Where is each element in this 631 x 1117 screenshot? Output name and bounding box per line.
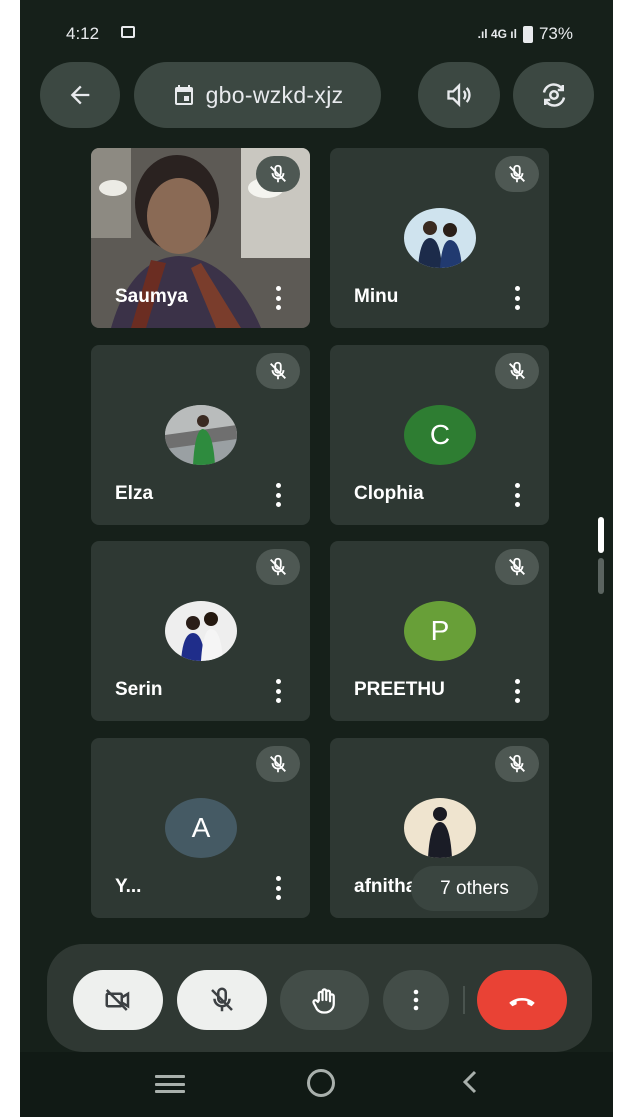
mic-off-icon — [509, 164, 525, 183]
meeting-info-button[interactable]: gbo-wzkd-xjz — [134, 62, 381, 128]
participant-tile[interactable]: Saumya — [91, 148, 310, 328]
camera-off-icon — [105, 989, 130, 1011]
mic-off-icon — [211, 987, 233, 1012]
muted-indicator — [256, 156, 300, 192]
scrollbar-thumb[interactable] — [598, 517, 604, 553]
participant-tile[interactable]: Minu — [330, 148, 549, 328]
avatar-letter: A — [191, 812, 211, 843]
controls-divider — [463, 986, 465, 1014]
muted-indicator — [256, 353, 300, 389]
end-call-icon — [509, 998, 535, 1007]
audio-output-button[interactable] — [418, 62, 500, 128]
nav-home-icon[interactable] — [307, 1069, 335, 1097]
meeting-code: gbo-wzkd-xjz — [205, 81, 344, 108]
cast-icon — [121, 26, 135, 38]
scrollbar-track[interactable] — [598, 558, 604, 594]
participant-name: afnitha — [354, 876, 417, 897]
camera-toggle-button[interactable] — [73, 970, 163, 1030]
more-vert-icon — [413, 989, 419, 1011]
muted-indicator — [256, 549, 300, 585]
avatar-letter: C — [429, 419, 451, 450]
mic-off-icon — [509, 361, 525, 380]
nav-menu-icon[interactable] — [155, 1075, 185, 1093]
battery-percent: 73% — [538, 24, 573, 43]
mic-off-icon — [509, 557, 525, 576]
participant-avatar: P — [404, 601, 476, 661]
raise-hand-icon — [311, 988, 335, 1014]
participant-name: Saumya — [115, 286, 188, 307]
mic-off-icon — [270, 164, 286, 183]
more-vert-icon[interactable] — [515, 483, 521, 507]
participant-tile[interactable]: C Clophia — [330, 345, 549, 525]
more-vert-icon[interactable] — [515, 286, 521, 310]
mic-toggle-button[interactable] — [177, 970, 267, 1030]
mic-off-icon — [270, 754, 286, 773]
system-nav-bar — [20, 1052, 613, 1117]
more-vert-icon[interactable] — [276, 876, 282, 900]
status-right: .ıl 4G ıl 73% — [478, 24, 573, 44]
participant-avatar — [165, 601, 237, 661]
participant-tile[interactable]: A Y... — [91, 738, 310, 918]
back-arrow-icon — [70, 85, 90, 105]
participant-avatar — [404, 798, 476, 858]
signal-icon: .ıl 4G ıl — [477, 27, 517, 41]
end-call-button[interactable] — [477, 970, 567, 1030]
muted-indicator — [495, 353, 539, 389]
more-vert-icon[interactable] — [276, 483, 282, 507]
more-vert-icon[interactable] — [276, 286, 282, 310]
participant-name: Elza — [115, 483, 154, 504]
status-bar: 4:12 .ıl 4G ıl 73% — [20, 18, 613, 54]
participant-name: Minu — [354, 286, 399, 307]
mic-off-icon — [270, 557, 286, 576]
participant-name: PREETHU — [354, 679, 445, 700]
participant-tile[interactable]: P PREETHU — [330, 541, 549, 721]
calendar-icon — [174, 85, 193, 105]
more-options-button[interactable] — [383, 970, 449, 1030]
camera-flip-icon — [542, 83, 565, 107]
status-time: 4:12 — [66, 24, 100, 43]
meet-screen: 4:12 .ıl 4G ıl 73% gbo-wzkd-xjz Saumya M… — [20, 0, 613, 1117]
nav-back-icon[interactable] — [460, 1068, 480, 1096]
more-vert-icon[interactable] — [276, 679, 282, 703]
others-chip[interactable]: 7 others — [411, 866, 538, 911]
muted-indicator — [495, 549, 539, 585]
call-controls — [47, 944, 592, 1052]
participant-name: Serin — [115, 679, 163, 700]
more-vert-icon[interactable] — [515, 679, 521, 703]
mic-off-icon — [509, 754, 525, 773]
switch-camera-button[interactable] — [513, 62, 594, 128]
speaker-icon — [447, 82, 471, 108]
muted-indicator — [256, 746, 300, 782]
participant-tile[interactable]: Elza — [91, 345, 310, 525]
muted-indicator — [495, 746, 539, 782]
mic-off-icon — [270, 361, 286, 380]
back-button[interactable] — [40, 62, 120, 128]
raise-hand-button[interactable] — [280, 970, 369, 1030]
participant-name: Y... — [115, 876, 142, 897]
participant-tile[interactable]: Serin — [91, 541, 310, 721]
participant-avatar — [165, 405, 237, 465]
participant-avatar — [404, 208, 476, 268]
participant-avatar: C — [404, 405, 476, 465]
avatar-letter: P — [430, 615, 450, 646]
muted-indicator — [495, 156, 539, 192]
participant-avatar: A — [165, 798, 237, 858]
participant-name: Clophia — [354, 483, 424, 504]
battery-icon — [522, 25, 533, 43]
